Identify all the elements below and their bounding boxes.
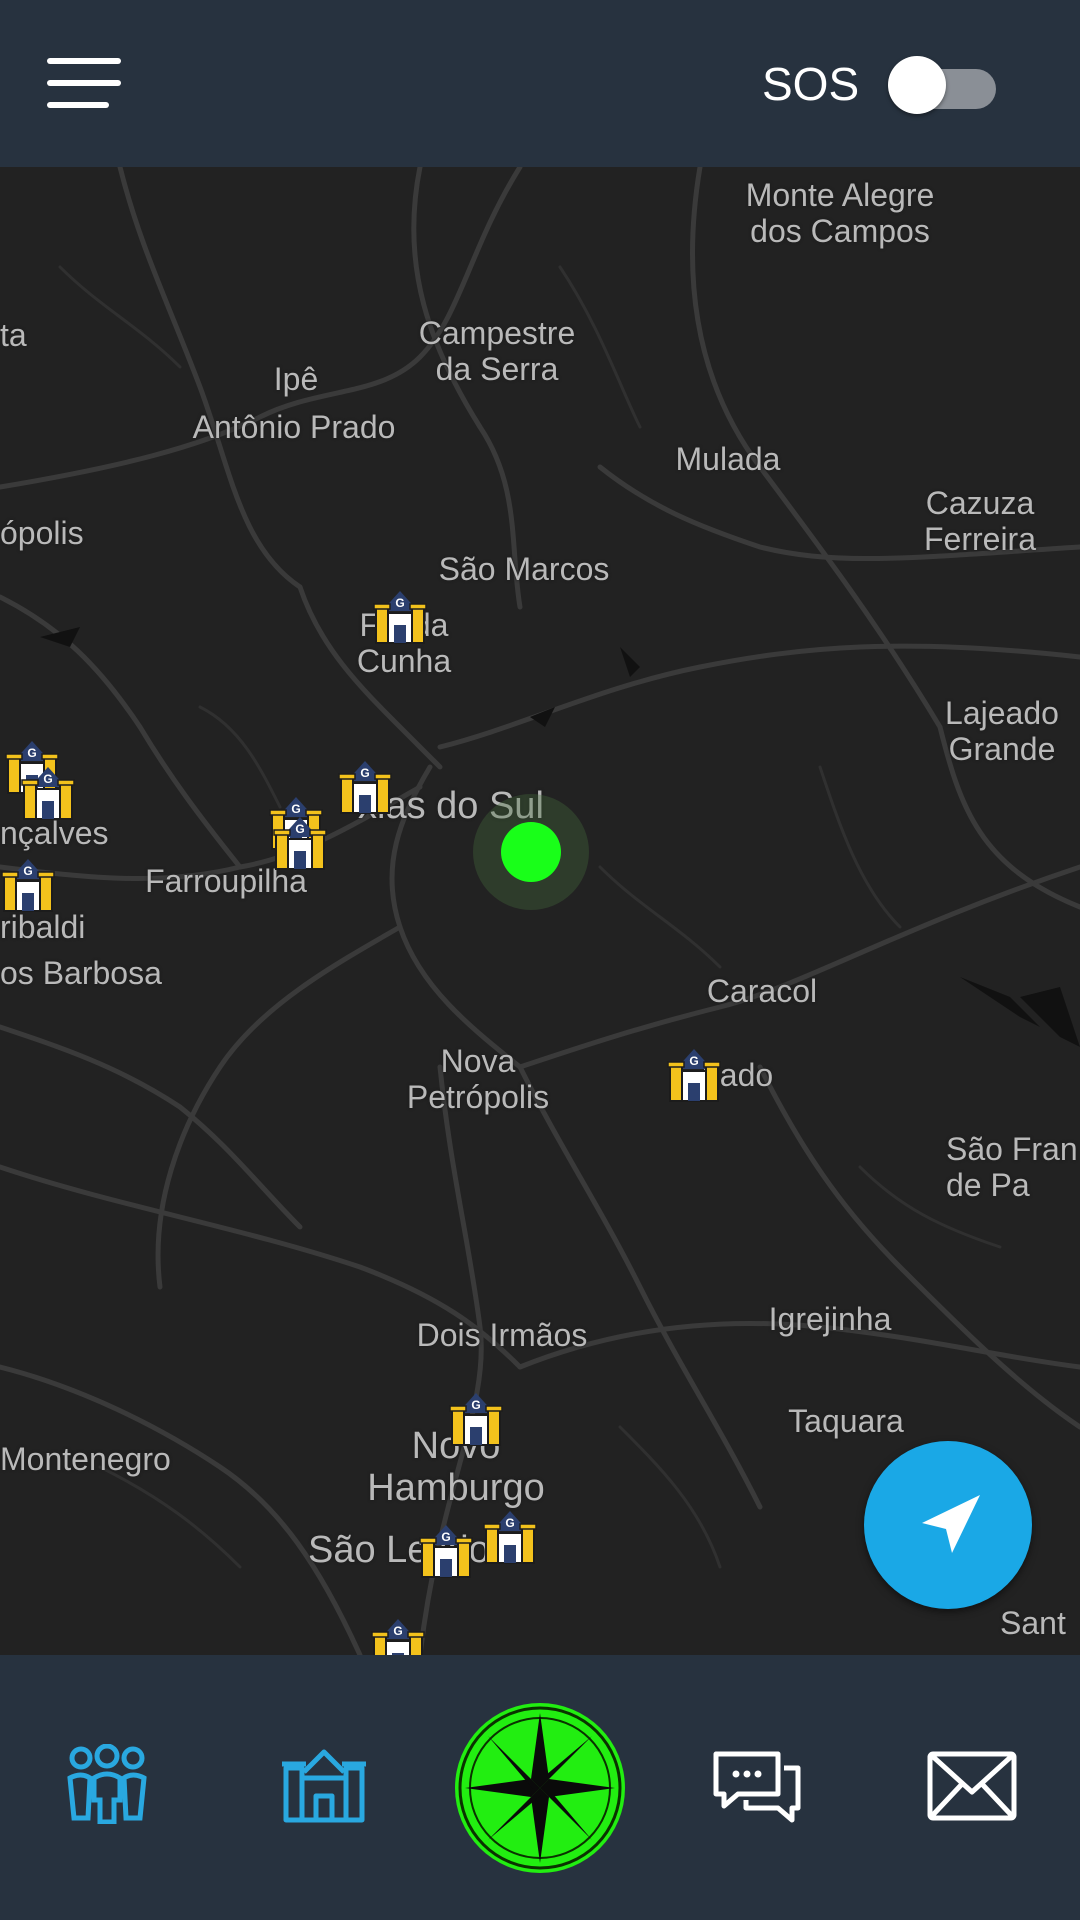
map-view[interactable]: Monte Alegre dos Campos ta Campestre da … — [0, 167, 1080, 1655]
place-label: ópolis — [0, 515, 84, 551]
castle-g-icon[interactable]: G — [482, 1507, 538, 1565]
envelope-icon — [927, 1751, 1017, 1821]
nav-mail-button[interactable] — [926, 1750, 1018, 1822]
castle-g-icon[interactable]: G — [666, 1045, 722, 1103]
place-label: os Barbosa — [0, 955, 162, 991]
castle-g-icon[interactable]: G — [337, 757, 393, 815]
place-label: ta — [0, 317, 27, 353]
compass-home-button[interactable] — [455, 1703, 625, 1873]
castle-g-icon[interactable]: G — [0, 855, 56, 913]
nav-group-button[interactable] — [64, 1743, 150, 1825]
svg-text:G: G — [441, 1530, 450, 1544]
place-label: Caracol — [706, 973, 818, 1009]
place-label: Dois Irmãos — [416, 1317, 588, 1353]
place-label: Taquara — [788, 1403, 904, 1439]
place-label: Monte Alegre dos Campos — [745, 177, 935, 249]
castle-g-icon[interactable]: G — [20, 763, 76, 821]
top-app-bar: SOS — [0, 0, 1080, 167]
castle-g-icon[interactable]: G — [372, 587, 428, 645]
place-label: Nova Petrópolis — [406, 1043, 550, 1115]
compass-rose-icon — [458, 1706, 622, 1870]
castle-g-icon[interactable]: G — [370, 1615, 426, 1655]
svg-text:G: G — [27, 746, 36, 760]
place-label: Sant — [1000, 1605, 1066, 1641]
group-people-icon — [67, 1743, 147, 1825]
place-label: Campestre da Serra — [418, 315, 576, 387]
place-label: Cazuza Ferreira — [923, 485, 1037, 557]
nav-chat-button[interactable] — [712, 1748, 802, 1824]
navigation-arrow-icon — [922, 1495, 980, 1553]
sos-toggle[interactable] — [888, 54, 998, 114]
sos-label: SOS — [762, 58, 860, 110]
place-label: Montenegro — [0, 1441, 171, 1477]
user-location-center — [501, 822, 561, 882]
svg-text:G: G — [360, 766, 369, 780]
place-label: São Marcos — [438, 551, 610, 587]
user-location-dot — [473, 794, 589, 910]
svg-text:G: G — [505, 1516, 514, 1530]
svg-text:G: G — [689, 1054, 698, 1068]
place-label: Antônio Prado — [192, 409, 396, 445]
castle-g-icon[interactable]: G — [272, 813, 328, 871]
place-label: ribaldi — [0, 909, 86, 945]
svg-text:G: G — [295, 822, 304, 836]
svg-text:G: G — [395, 596, 404, 610]
place-label: Mulada — [675, 441, 781, 477]
castle-g-icon[interactable]: G — [448, 1389, 504, 1447]
chat-bubbles-icon — [713, 1751, 801, 1823]
castle-icon — [282, 1749, 366, 1823]
place-label: São Fran de Pa — [946, 1131, 1078, 1203]
recenter-location-button[interactable] — [864, 1441, 1032, 1609]
svg-text:G: G — [393, 1624, 402, 1638]
castle-g-icon[interactable]: G — [418, 1521, 474, 1579]
nav-castle-button[interactable] — [278, 1744, 370, 1824]
svg-text:G: G — [43, 772, 52, 786]
hamburger-menu-icon[interactable] — [47, 58, 121, 110]
sos-toggle-thumb — [888, 56, 946, 114]
place-label: Lajeado Grande — [945, 695, 1059, 767]
place-label: Ipê — [273, 361, 319, 397]
svg-text:G: G — [471, 1398, 480, 1412]
svg-text:G: G — [23, 864, 32, 878]
place-label: Igrejinha — [768, 1301, 892, 1337]
